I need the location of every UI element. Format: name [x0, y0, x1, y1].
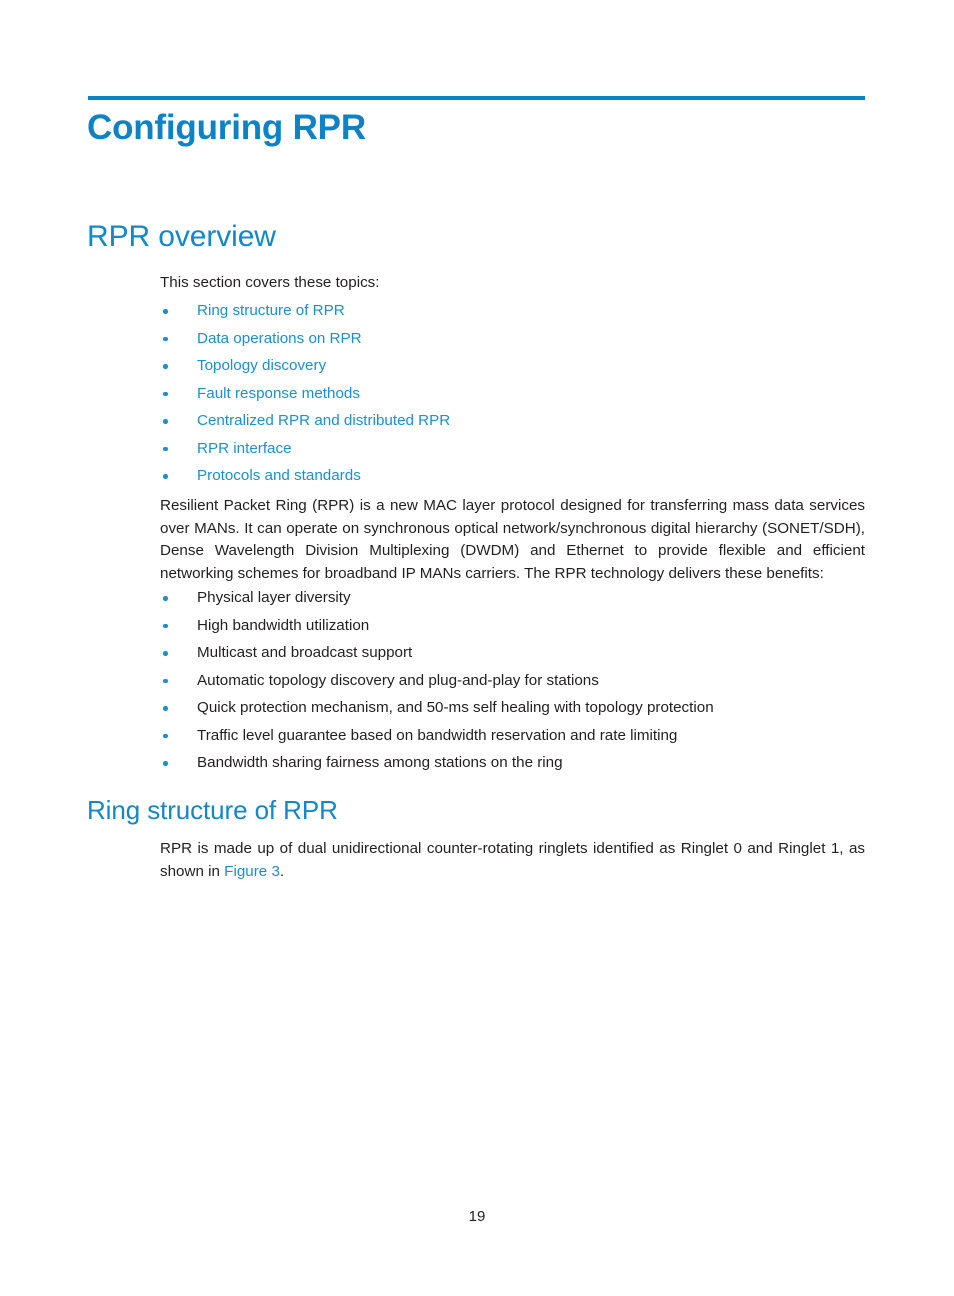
topic-link[interactable]: Fault response methods [197, 385, 360, 402]
list-item[interactable]: RPR interface [160, 435, 865, 463]
list-item: Automatic topology discovery and plug-an… [160, 667, 865, 695]
list-item[interactable]: Centralized RPR and distributed RPR [160, 407, 865, 435]
section-heading-rpr-overview: RPR overview [87, 220, 276, 253]
overview-paragraph: Resilient Packet Ring (RPR) is a new MAC… [160, 497, 865, 582]
topics-link-list: Ring structure of RPR Data operations on… [160, 297, 865, 490]
benefit-label: Traffic level guarantee based on bandwid… [197, 726, 678, 744]
bullet-dot-icon [163, 364, 168, 369]
chapter-title-rule [88, 96, 865, 100]
benefit-label: Automatic topology discovery and plug-an… [197, 671, 599, 689]
topic-link[interactable]: Centralized RPR and distributed RPR [197, 412, 450, 429]
bullet-dot-icon [163, 761, 168, 766]
benefits-list: Physical layer diversity High bandwidth … [160, 584, 865, 777]
topic-link[interactable]: Topology discovery [197, 357, 326, 374]
list-item[interactable]: Protocols and standards [160, 462, 865, 490]
list-item: Bandwidth sharing fairness among station… [160, 749, 865, 777]
list-item: Multicast and broadcast support [160, 639, 865, 667]
benefit-label: Bandwidth sharing fairness among station… [197, 754, 563, 771]
benefit-label: Quick protection mechanism, and 50-ms se… [197, 699, 714, 716]
bullet-dot-icon [163, 446, 168, 451]
benefit-label: Physical layer diversity [197, 589, 351, 606]
topic-link[interactable]: Protocols and standards [197, 467, 361, 484]
figure-3-link[interactable]: Figure 3 [224, 863, 280, 880]
bullet-dot-icon [163, 706, 168, 711]
topic-link[interactable]: Ring structure of RPR [197, 302, 345, 319]
ring-structure-paragraph: RPR is made up of dual unidirectional co… [160, 838, 865, 883]
topic-link[interactable]: RPR interface [197, 440, 292, 457]
bullet-dot-icon [163, 309, 168, 314]
list-item[interactable]: Ring structure of RPR [160, 297, 865, 325]
bullet-dot-icon [163, 596, 168, 601]
list-item: Physical layer diversity [160, 584, 865, 612]
list-item: Quick protection mechanism, and 50-ms se… [160, 694, 865, 722]
paragraph-text-after-link: . [279, 862, 285, 880]
bullet-dot-icon [163, 419, 168, 424]
bullet-dot-icon [163, 623, 168, 628]
bullet-dot-icon [163, 336, 168, 341]
bullet-dot-icon [163, 474, 168, 479]
page-number: 19 [468, 1208, 486, 1225]
list-item: Traffic level guarantee based on bandwid… [160, 722, 865, 750]
section-intro-line: This section covers these topics: [160, 274, 380, 291]
section-heading-ring-structure: Ring structure of RPR [87, 795, 338, 825]
list-item[interactable]: Data operations on RPR [160, 325, 865, 353]
list-item: High bandwidth utilization [160, 612, 865, 640]
document-page: Configuring RPR RPR overview This sectio… [0, 0, 954, 1296]
benefit-label: Multicast and broadcast support [197, 644, 413, 661]
list-item[interactable]: Topology discovery [160, 352, 865, 380]
bullet-dot-icon [163, 733, 168, 738]
bullet-dot-icon [163, 391, 168, 396]
topic-link[interactable]: Data operations on RPR [197, 330, 362, 347]
chapter-title: Configuring RPR [87, 108, 366, 147]
list-item[interactable]: Fault response methods [160, 380, 865, 408]
bullet-dot-icon [163, 678, 168, 683]
benefit-label: High bandwidth utilization [197, 616, 370, 634]
bullet-dot-icon [163, 651, 168, 656]
